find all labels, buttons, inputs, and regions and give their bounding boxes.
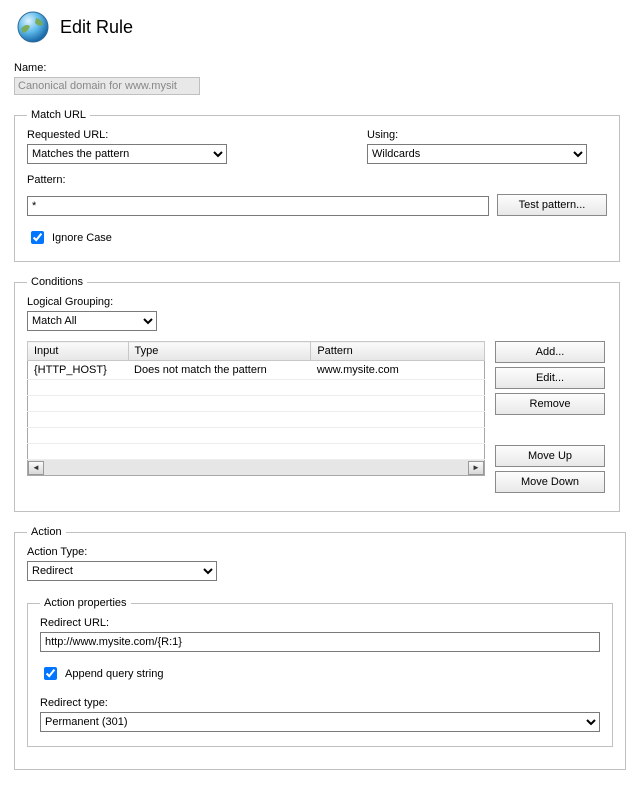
ignore-case-label: Ignore Case — [52, 232, 112, 244]
cell-pattern: www.mysite.com — [311, 361, 485, 380]
conditions-group: Conditions Logical Grouping: Match All I… — [14, 276, 620, 512]
match-url-legend: Match URL — [27, 109, 90, 121]
pattern-input[interactable] — [27, 196, 489, 216]
edit-button[interactable]: Edit... — [495, 367, 605, 389]
action-type-select[interactable]: Redirect — [27, 561, 217, 581]
table-row — [28, 380, 485, 396]
col-input: Input — [28, 342, 129, 361]
name-label: Name: — [14, 62, 620, 74]
redirect-url-label: Redirect URL: — [40, 617, 600, 629]
action-properties-group: Action properties Redirect URL: Append q… — [27, 597, 613, 747]
move-up-button[interactable]: Move Up — [495, 445, 605, 467]
cell-type: Does not match the pattern — [128, 361, 311, 380]
horizontal-scrollbar[interactable]: ◄ ► — [27, 460, 485, 476]
action-type-label: Action Type: — [27, 546, 613, 558]
redirect-type-select[interactable]: Permanent (301) — [40, 712, 600, 732]
test-pattern-button[interactable]: Test pattern... — [497, 194, 607, 216]
table-row — [28, 444, 485, 460]
append-query-label: Append query string — [65, 668, 163, 680]
using-select[interactable]: Wildcards — [367, 144, 587, 164]
col-type: Type — [128, 342, 311, 361]
redirect-url-input[interactable] — [40, 632, 600, 652]
table-row — [28, 428, 485, 444]
requested-url-label: Requested URL: — [27, 129, 367, 141]
col-pattern: Pattern — [311, 342, 485, 361]
requested-url-select[interactable]: Matches the pattern — [27, 144, 227, 164]
globe-icon — [14, 8, 52, 46]
page-header: Edit Rule — [14, 8, 620, 46]
table-row — [28, 396, 485, 412]
match-url-group: Match URL Requested URL: Matches the pat… — [14, 109, 620, 262]
cell-input: {HTTP_HOST} — [28, 361, 129, 380]
conditions-legend: Conditions — [27, 276, 87, 288]
action-properties-legend: Action properties — [40, 597, 131, 609]
conditions-table[interactable]: Input Type Pattern {HTTP_HOST} Does not … — [27, 341, 485, 460]
scroll-right-icon[interactable]: ► — [468, 461, 484, 475]
using-label: Using: — [367, 129, 607, 141]
table-header-row: Input Type Pattern — [28, 342, 485, 361]
table-row — [28, 412, 485, 428]
move-down-button[interactable]: Move Down — [495, 471, 605, 493]
scroll-left-icon[interactable]: ◄ — [28, 461, 44, 475]
ignore-case-checkbox[interactable] — [31, 231, 44, 244]
name-input[interactable] — [14, 77, 200, 95]
pattern-label: Pattern: — [27, 174, 607, 186]
table-row[interactable]: {HTTP_HOST} Does not match the pattern w… — [28, 361, 485, 380]
page-title: Edit Rule — [60, 17, 133, 38]
logical-grouping-label: Logical Grouping: — [27, 296, 607, 308]
redirect-type-label: Redirect type: — [40, 697, 600, 709]
logical-grouping-select[interactable]: Match All — [27, 311, 157, 331]
append-query-checkbox[interactable] — [44, 667, 57, 680]
action-legend: Action — [27, 526, 66, 538]
action-group: Action Action Type: Redirect Action prop… — [14, 526, 626, 770]
remove-button[interactable]: Remove — [495, 393, 605, 415]
add-button[interactable]: Add... — [495, 341, 605, 363]
